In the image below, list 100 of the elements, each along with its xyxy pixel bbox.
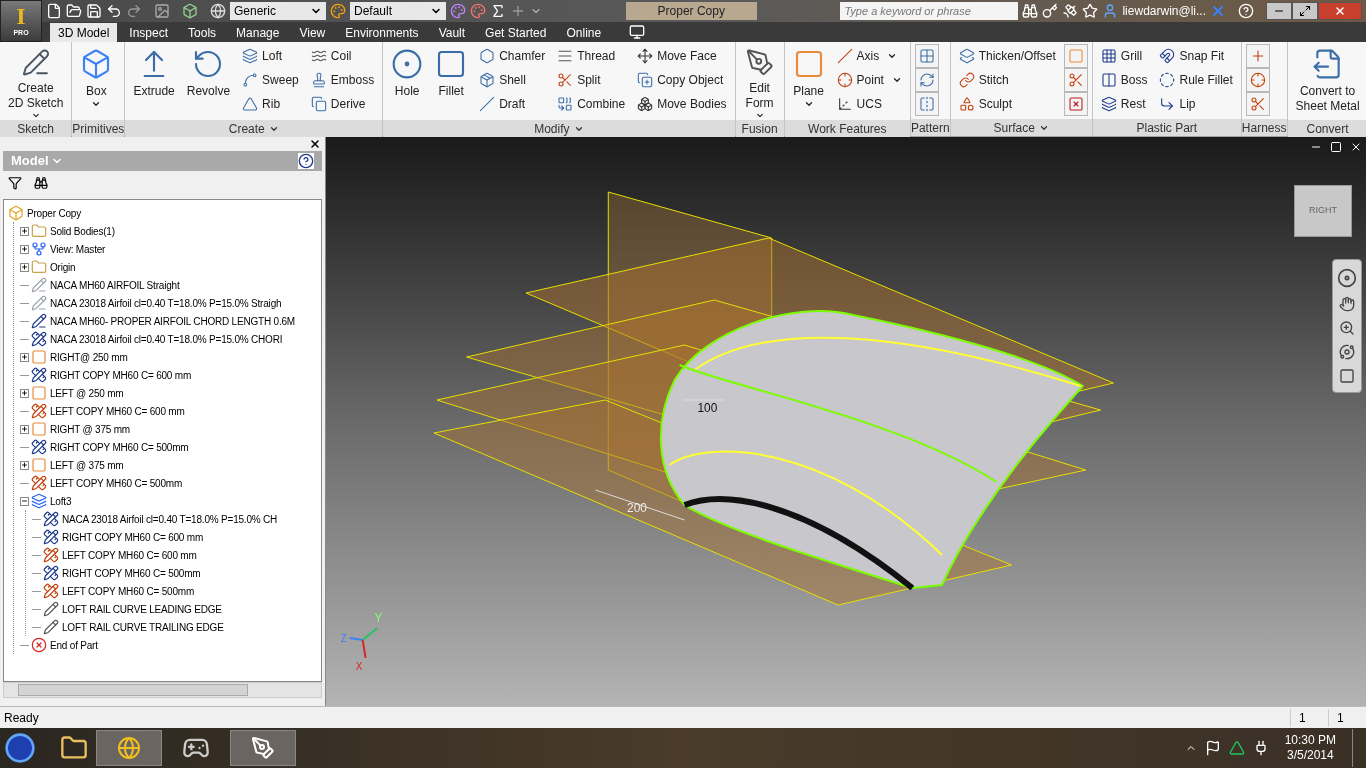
new-file-icon[interactable] (46, 3, 62, 19)
expand-toggle[interactable] (20, 226, 29, 236)
airfoil-model-drawing[interactable]: 100 200 (433, 191, 1114, 606)
tree-item[interactable]: Proper Copy (27, 205, 81, 221)
ribbon-button[interactable]: Thicken/Offset (954, 44, 1060, 68)
horizontal-scrollbar[interactable] (3, 682, 322, 698)
clock-time[interactable]: 10:30 PM (1284, 733, 1336, 748)
tree-item[interactable]: Loft3 (50, 493, 72, 509)
ribbon-icon-button[interactable] (1245, 92, 1270, 116)
ribbon-icon-button[interactable] (914, 68, 939, 92)
ribbon-panel-label[interactable]: Surface (950, 119, 1092, 136)
image-icon[interactable] (154, 3, 170, 19)
undo-icon[interactable] (106, 3, 122, 19)
ribbon-large-button[interactable]: Hole (387, 44, 428, 120)
color-wheel-icon[interactable] (330, 3, 346, 19)
ribbon-button[interactable]: Thread (553, 44, 630, 68)
ribbon-large-button[interactable]: Plane (788, 44, 829, 120)
cube-icon[interactable] (182, 3, 198, 19)
ribbon-tab[interactable]: Manage (228, 23, 288, 42)
expand-toggle[interactable] (20, 262, 29, 272)
ribbon-icon-button[interactable] (1245, 68, 1270, 92)
tree-item[interactable]: RIGHT @ 375 mm (50, 421, 130, 437)
maximize-window-button[interactable] (1292, 2, 1318, 20)
binoculars-icon[interactable] (34, 176, 48, 190)
material-dropdown[interactable]: Generic (230, 2, 326, 20)
user-name[interactable]: liewdarwin@li... (1122, 2, 1206, 20)
ribbon-button[interactable]: Copy Object (633, 68, 731, 92)
tree-item[interactable]: Solid Bodies(1) (50, 223, 115, 239)
key-icon[interactable] (1042, 3, 1059, 19)
ribbon-button[interactable]: Draft (475, 92, 550, 116)
clock-date[interactable]: 3/5/2014 (1286, 748, 1334, 763)
ribbon-button[interactable]: Shell (475, 68, 550, 92)
ribbon-tab[interactable]: Vault (430, 23, 474, 42)
tree-item[interactable]: RIGHT COPY MH60 C= 600 mm (50, 367, 192, 383)
ribbon-button[interactable]: Emboss (306, 68, 379, 92)
ribbon-icon-button[interactable] (1063, 68, 1088, 92)
expand-toggle[interactable] (20, 244, 29, 254)
tree-item[interactable]: NACA MH60 AIRFOIL Straight (50, 277, 180, 293)
tree-item[interactable]: LOFT RAIL CURVE TRAILING EDGE (62, 619, 224, 635)
close-window-button[interactable] (1318, 2, 1362, 20)
ribbon-tab[interactable]: Get Started (477, 23, 555, 42)
ribbon-button[interactable]: Loft (238, 44, 303, 68)
ribbon-button[interactable]: Rib (238, 92, 303, 116)
expand-toggle[interactable] (20, 460, 29, 470)
ribbon-button[interactable]: Lip (1155, 92, 1237, 116)
palette-icon[interactable] (450, 3, 466, 19)
restore-icon[interactable] (1330, 141, 1342, 153)
tree-item[interactable]: LEFT @ 250 mm (50, 385, 124, 401)
tree-item[interactable]: NACA 23018 Airfoil cl=0.40 T=18.0% P=15.0% CH (62, 511, 278, 527)
binoculars-icon[interactable] (1022, 3, 1039, 19)
taskbar-app-button[interactable] (96, 730, 162, 766)
appearance-dropdown[interactable]: Default (350, 2, 446, 20)
tree-item[interactable]: RIGHT@ 250 mm (50, 349, 128, 365)
tree-item[interactable]: NACA MH60- PROPER AIRFOIL CHORD LENGTH 0.6M (50, 313, 295, 329)
view-cube[interactable]: RIGHT (1294, 185, 1352, 237)
minimize-window-button[interactable] (1266, 2, 1292, 20)
tree-item[interactable]: RIGHT COPY MH60 C= 600 mm (62, 529, 204, 545)
satellite-icon[interactable] (1062, 3, 1079, 19)
ribbon-button[interactable]: Rule Fillet (1155, 68, 1237, 92)
steering-wheel-icon[interactable] (1337, 268, 1357, 288)
ribbon-button[interactable]: Point (832, 68, 906, 92)
open-folder-icon[interactable] (66, 3, 82, 19)
ribbon-panel-label[interactable]: Create (125, 120, 383, 137)
expand-toggle[interactable] (20, 424, 29, 434)
close-icon[interactable] (1350, 141, 1362, 153)
star-icon[interactable] (1082, 3, 1099, 19)
tree-item[interactable]: Origin (50, 259, 76, 275)
tree-item[interactable]: LEFT @ 375 mm (50, 457, 124, 473)
taskbar-app-button[interactable] (230, 730, 296, 766)
ribbon-tab[interactable]: View (291, 23, 334, 42)
ribbon-button[interactable]: Move Bodies (633, 92, 731, 116)
ribbon-tab[interactable]: Tools (180, 23, 225, 42)
ribbon-tab[interactable]: Inspect (121, 23, 177, 42)
tree-item[interactable]: LEFT COPY MH60 C= 500mm (50, 475, 183, 491)
ribbon-button[interactable]: Stitch (954, 68, 1060, 92)
ribbon-button[interactable]: Move Face (633, 44, 731, 68)
ribbon-large-button[interactable]: Fillet (431, 44, 472, 120)
expand-toggle[interactable] (20, 388, 29, 398)
ribbon-large-button[interactable]: Revolve (182, 44, 235, 120)
ribbon-button[interactable]: Chamfer (475, 44, 550, 68)
start-button-icon[interactable] (4, 732, 36, 764)
globe-icon[interactable] (210, 3, 226, 19)
sigma-icon[interactable] (490, 3, 506, 19)
ribbon-icon-button[interactable] (914, 44, 939, 68)
ribbon-button[interactable]: UCS (832, 92, 906, 116)
ribbon-tab[interactable]: 3D Model (50, 23, 118, 42)
ribbon-button[interactable]: Derive (306, 92, 379, 116)
panel-toggle-icon[interactable] (629, 24, 646, 40)
ribbon-button[interactable]: Snap Fit (1155, 44, 1237, 68)
ribbon-button[interactable]: Coil (306, 44, 379, 68)
ribbon-tab[interactable]: Online (558, 23, 610, 42)
close-icon[interactable] (309, 138, 321, 150)
ribbon-large-button[interactable]: Extrude (129, 44, 179, 120)
expand-toggle[interactable] (20, 352, 29, 362)
ribbon-button[interactable]: Combine (553, 92, 630, 116)
pan-icon[interactable] (1339, 296, 1355, 312)
ribbon-button[interactable]: Sculpt (954, 92, 1060, 116)
folder-icon[interactable] (60, 734, 88, 762)
flag-icon[interactable] (1204, 740, 1221, 756)
tree-item[interactable]: NACA 23018 Airfoil cl=0.40 T=18.0% P=15.0% Straigh (50, 295, 282, 311)
